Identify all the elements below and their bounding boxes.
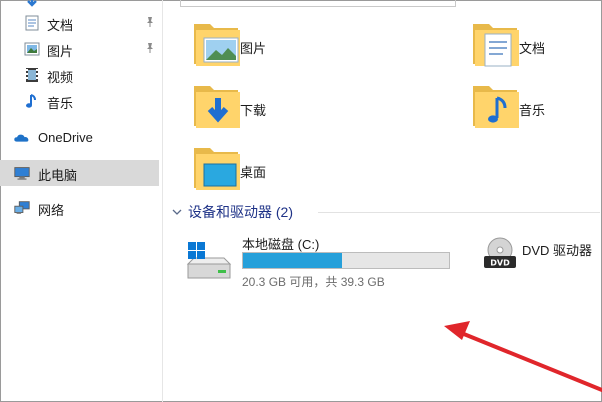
sidebar-item-this-pc[interactable]: 此电脑 [0, 160, 159, 186]
sidebar-item-label: 音乐 [47, 96, 74, 111]
pin-icon[interactable] [144, 42, 156, 54]
sidebar-item-label: OneDrive [38, 130, 93, 145]
sidebar-item-pictures[interactable]: 图片 [0, 36, 159, 62]
video-folder-icon [26, 68, 38, 82]
document-folder-icon [25, 15, 39, 31]
downloads-folder-icon [194, 86, 240, 128]
sidebar-item-label: 视频 [47, 70, 74, 85]
sidebar-item-documents[interactable]: 文档 [0, 10, 159, 36]
section-divider [318, 212, 600, 213]
devices-section-header[interactable]: 设备和驱动器 (2) [172, 202, 293, 222]
network-icon [14, 201, 30, 214]
sidebar-item-network[interactable]: 网络 [0, 195, 159, 221]
navigation-pane: 文档 图片 视频 音乐 OneDrive 此电脑 网络 [0, 0, 163, 402]
chevron-down-icon[interactable] [172, 207, 182, 217]
sidebar-item-label: 图片 [47, 44, 74, 59]
sidebar-item-videos[interactable]: 视频 [0, 62, 159, 88]
section-title: 设备和驱动器 (2) [188, 204, 293, 220]
pictures-folder-icon [194, 24, 240, 66]
drive-local-disk-c[interactable]: 本地磁盘 (C:) 20.3 GB 可用，共 39.3 GB [184, 232, 464, 292]
sidebar-item-label: 此电脑 [38, 168, 78, 183]
onedrive-cloud-icon [14, 134, 29, 142]
top-container-edge [180, 0, 456, 7]
sidebar-item-label: 网络 [38, 203, 65, 218]
folder-label: 图片 [240, 41, 267, 56]
drive-name: DVD 驱动器 [522, 243, 593, 258]
download-arrow-icon [27, 0, 37, 7]
local-disk-icon [186, 242, 232, 279]
disk-usage-fill [243, 253, 342, 268]
desktop-folder-icon [194, 148, 240, 190]
folder-label: 文档 [519, 41, 546, 56]
drive-size-text: 20.3 GB 可用，共 39.3 GB [242, 275, 385, 289]
folder-label: 桌面 [240, 165, 267, 180]
music-folder-icon [473, 86, 519, 128]
folder-label: 下载 [240, 103, 267, 118]
drive-name: 本地磁盘 (C:) [242, 237, 320, 252]
this-pc-icon [14, 167, 30, 180]
disk-usage-bar [242, 252, 450, 269]
dvd-badge: DVD [490, 259, 510, 268]
sidebar-item-label: 文档 [47, 18, 74, 33]
drive-dvd[interactable]: DVD DVD 驱动器 [482, 232, 602, 292]
sidebar-item-music[interactable]: 音乐 [0, 88, 159, 114]
pictures-folder-icon [24, 42, 40, 56]
sidebar-item-onedrive[interactable]: OneDrive [0, 125, 159, 151]
music-note-icon [26, 94, 36, 108]
dvd-drive-icon: DVD [484, 237, 516, 268]
documents-folder-icon [473, 24, 519, 67]
folder-label: 音乐 [519, 103, 546, 118]
pin-icon[interactable] [144, 16, 156, 28]
